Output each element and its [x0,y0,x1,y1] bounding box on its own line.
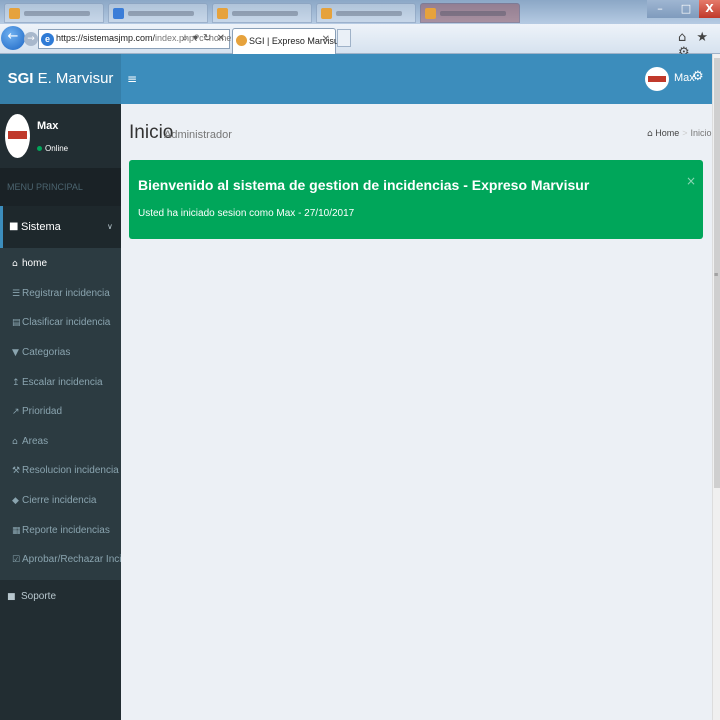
app-logo[interactable]: SGI E. Marvisur [0,54,121,104]
file-icon: ■ [9,221,19,232]
page-scrollbar[interactable]: ≡ [712,54,720,720]
breadcrumb: ⌂ Home > Inicio [647,128,712,139]
menu-header: MENU PRINCIPAL [0,168,121,206]
sidebar-item-home[interactable]: ⌂ home [12,255,47,273]
top-navbar: ≡ Max ⚙ [121,54,712,104]
filter-icon: ▼ [12,348,19,358]
sidebar-item-registrar-incidencia[interactable]: ☰ Registrar incidencia [12,285,110,303]
calendar-icon: ▦ [12,526,21,536]
sidebar: Max Online MENU PRINCIPAL ■ Sistema ∨ ⌂ h… [0,104,151,720]
address-bar-tools-icon[interactable]: ⌕ ▾ ↻ ✕ [182,33,226,44]
browser-background-tab[interactable] [108,3,208,23]
welcome-alert: Bienvenido al sistema de gestion de inci… [129,160,703,239]
alert-title: Bienvenido al sistema de gestion de inci… [138,177,590,193]
breadcrumb-separator: > [682,128,688,138]
sidebar-item-label: Sistema [21,221,61,233]
level-up-icon: ↥ [12,378,20,388]
back-arrow-icon[interactable]: ← [1,26,25,50]
sidebar-item-clasificar-incidencia[interactable]: ▤Clasificar incidencia [12,314,110,332]
book-icon: ■ [7,592,16,602]
sidebar-item-areas[interactable]: ⌂ Areas [12,433,48,451]
close-icon[interactable]: × [686,174,696,188]
user-panel: Max Online [0,104,121,168]
browser-background-tab[interactable] [4,3,104,23]
browser-active-tab[interactable]: SGI | Expreso Marvisur ✕ [232,28,342,54]
sidebar-item-cierre-incidencia[interactable]: ◆ Cierre incidencia [12,492,96,510]
dashboard-icon: ⌂ [647,129,653,139]
browser-chrome: – □ X ← → e https://sistemasjmp.com/inde… [0,0,720,60]
window-close-button[interactable]: X [699,0,720,18]
sidebar-toggle-icon[interactable]: ≡ [127,69,141,89]
browser-tab-strip: – □ X [0,0,720,24]
sidebar-item-resolucion-incidencia[interactable]: ⚒ Resolucion incidencia [12,462,119,480]
site-favicon-icon: e [41,33,54,46]
sitemap-icon: ⌂ [12,437,18,447]
tab-favicon [217,8,228,19]
address-bar[interactable]: e https://sistemasjmp.com/index.php?c=ho… [38,29,231,49]
breadcrumb-home-link[interactable]: ⌂ Home [647,128,679,139]
sidebar-item-sistema[interactable]: ■ Sistema ∨ [0,206,121,248]
wrench-icon: ⚒ [12,466,21,476]
line-chart-icon: ↗ [12,407,20,417]
browser-background-tab[interactable] [420,3,520,23]
breadcrumb-current: Inicio [690,128,712,138]
tab-favicon [113,8,124,19]
sidebar-item-prioridad[interactable]: ↗ Prioridad [12,403,62,421]
sidebar-avatar [5,114,30,158]
status-badge: Online [37,144,68,153]
browser-background-tab[interactable] [316,3,416,23]
online-dot-icon [37,146,42,152]
sistema-submenu: ⌂ home ☰ Registrar incidencia ▤Clasificar … [0,248,151,580]
gears-icon[interactable]: ⚙ [692,69,704,84]
tab-favicon [321,8,332,19]
check-square-icon: ☑ [12,555,21,565]
table-icon: ▤ [12,318,21,328]
tab-title-blurred [24,11,90,16]
alert-text: Usted ha iniciado sesion como Max - 27/1… [138,208,355,219]
tab-title-blurred [232,11,298,16]
chevron-down-icon: ∨ [107,222,113,231]
sidebar-item-reporte-incidencias[interactable]: ▦Reporte incidencias [12,522,110,540]
sidebar-user-name: Max [37,120,59,132]
gavel-icon: ◆ [12,496,19,506]
window-minimize-button[interactable]: – [647,0,673,18]
sidebar-item-soporte[interactable]: ■ Soporte [7,588,56,606]
browser-background-tab[interactable] [212,3,312,23]
tab-close-icon[interactable]: ✕ [322,34,330,45]
sidebar-item-escalar-incidencia[interactable]: ↥ Escalar incidencia [12,374,103,392]
content-area: Inicio Administrador ⌂ Home > Inicio Bienv… [121,104,712,720]
tab-title-blurred [336,11,402,16]
tab-favicon [9,8,20,19]
scrollbar-grip-icon: ≡ [714,272,719,279]
page-subtitle: Administrador [164,129,232,141]
tab-favicon [425,8,436,19]
tab-title-blurred [440,11,506,16]
tab-title-blurred [128,11,194,16]
sidebar-item-categorias[interactable]: ▼ Categorias [12,344,70,362]
new-tab-button[interactable] [337,29,351,47]
window-maximize-button[interactable]: □ [673,0,699,18]
home-icon: ⌂ [12,259,18,269]
tab-favicon [236,35,247,46]
forward-arrow-icon[interactable]: → [24,32,38,46]
browser-navbar: ← → e https://sistemasjmp.com/index.php?… [0,24,720,60]
list-icon: ☰ [12,289,21,299]
avatar [645,67,669,91]
